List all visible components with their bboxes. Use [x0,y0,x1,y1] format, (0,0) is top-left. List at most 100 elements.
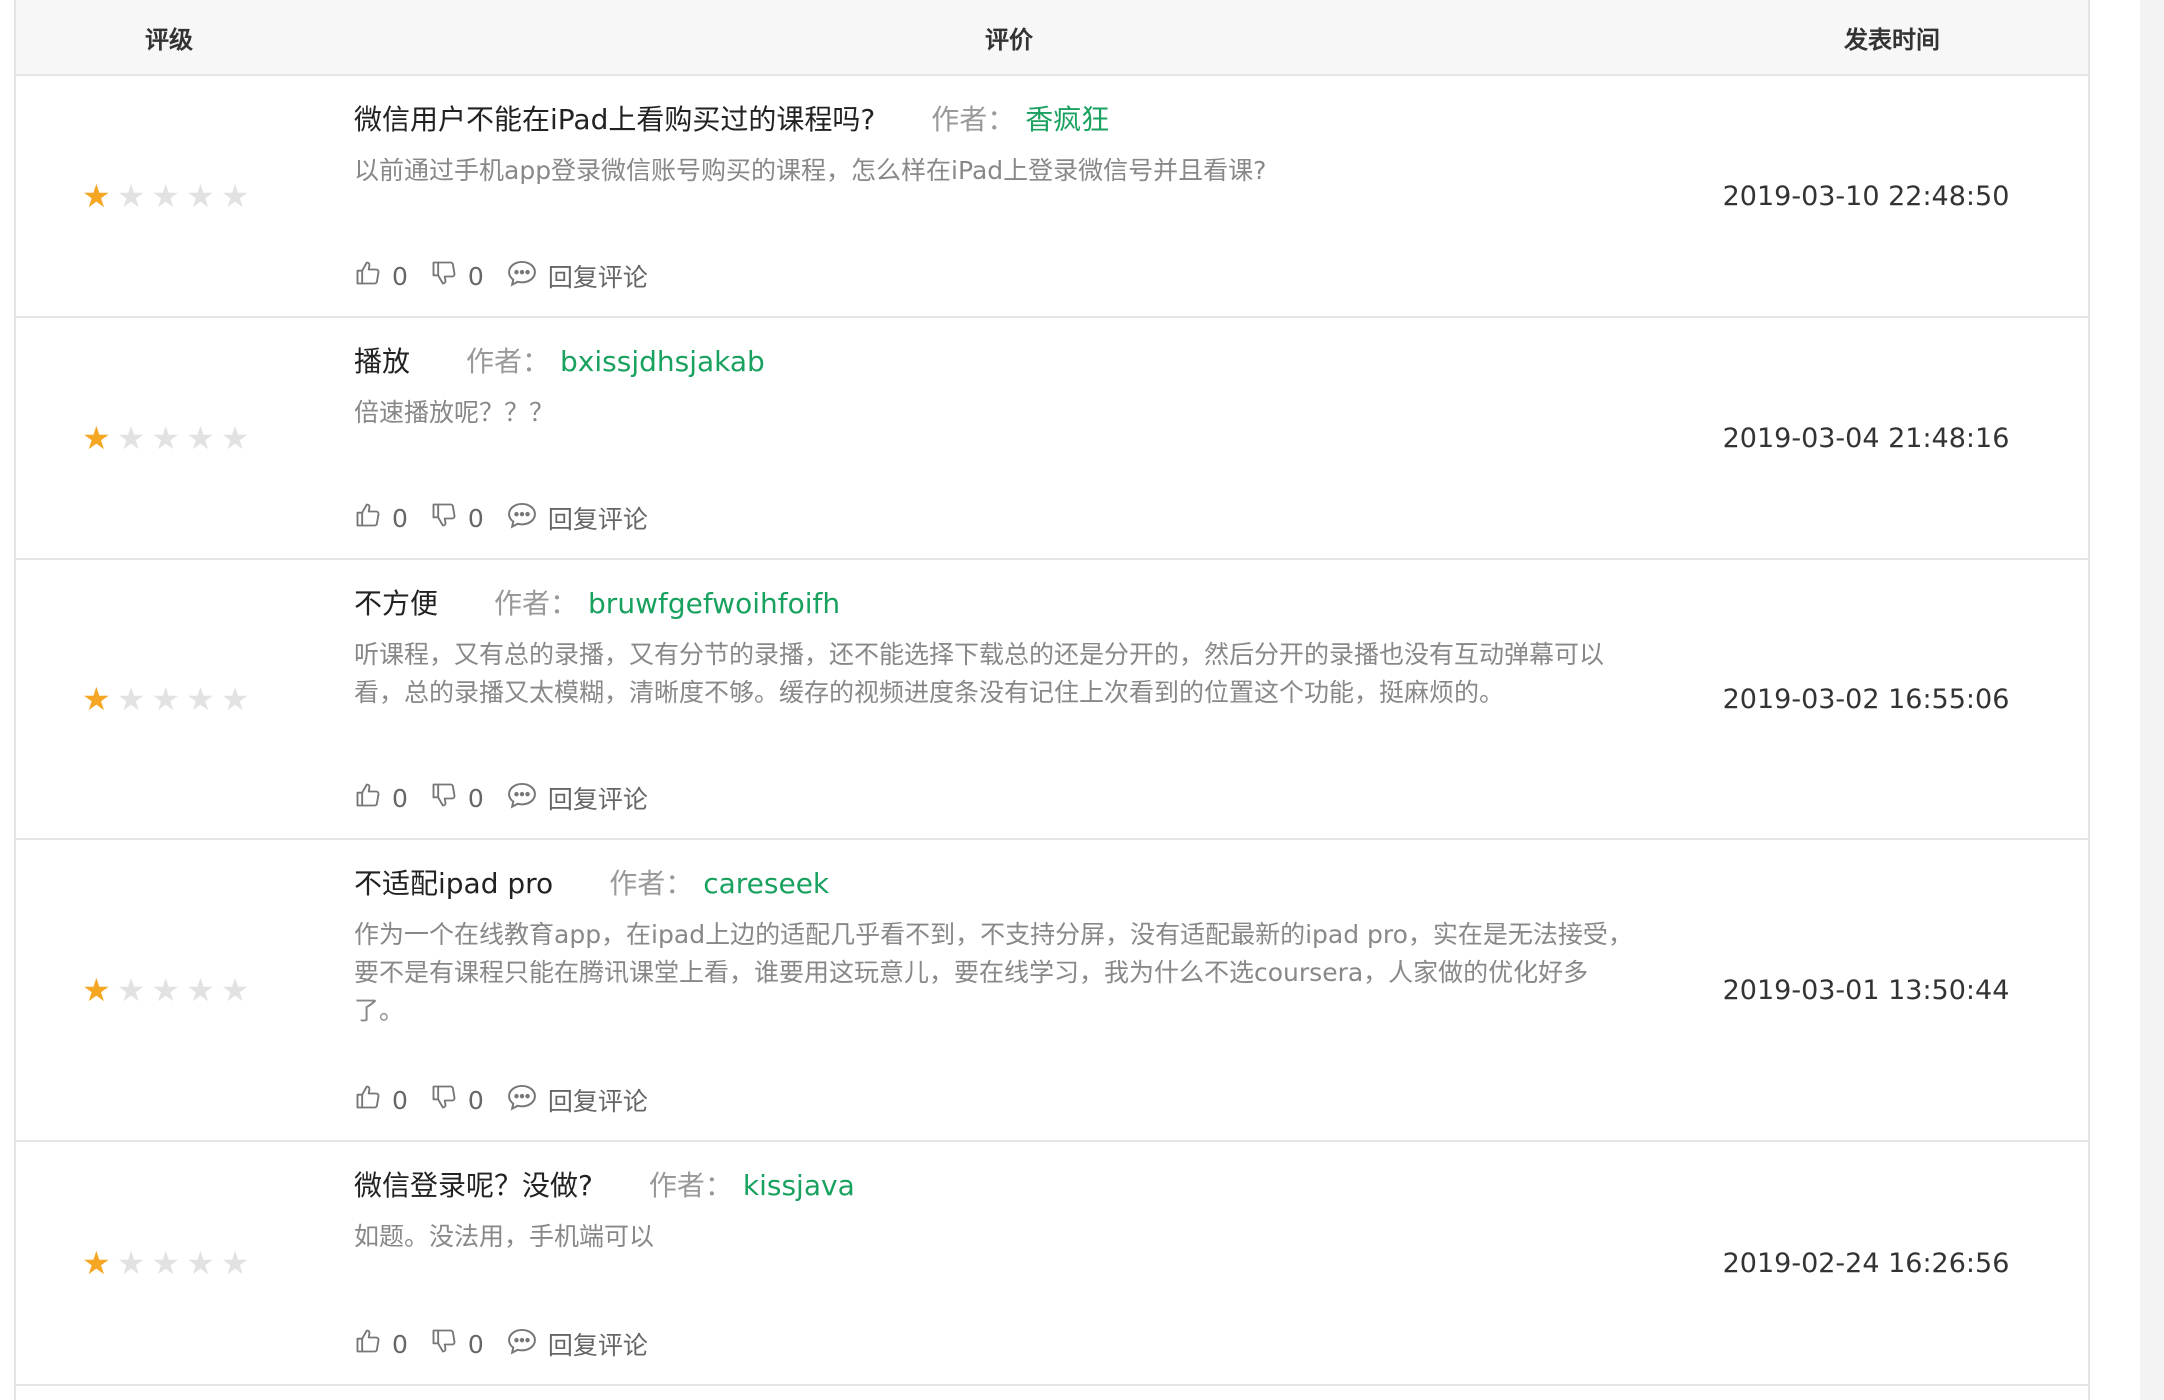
time-cell: 2019-03-01 13:50:44 [1674,840,2088,1140]
like-button[interactable]: 0 [354,501,408,535]
review-time: 2019-03-04 21:48:16 [1722,422,2010,454]
review-content: 以前通过手机app登录微信账号购买的课程，怎么样在iPad上登录微信号并且看课? [354,156,1267,185]
star-empty-icon: ★ [220,1244,250,1282]
author-label: 作者： [466,345,551,378]
star-empty-icon: ★ [116,419,146,457]
star-empty-icon: ★ [116,971,146,1009]
star-empty-icon: ★ [220,177,250,215]
dislike-count: 0 [467,783,484,813]
star-empty-icon: ★ [151,177,181,215]
star-filled-icon: ★ [82,680,111,718]
like-button[interactable]: 0 [354,259,408,293]
reviews-table: 评级 评价 发表时间 ★ ★ ★ ★ ★ 微信用户不能在iPad上看购买过的课程吗? 作… [14,0,2090,1400]
review-title: 微信登录呢？没做? [354,1169,593,1202]
star-filled-icon: ★ [82,177,111,215]
author-link[interactable]: bruwfgefwoihfoifh [588,587,840,620]
star-empty-icon: ★ [186,680,215,718]
table-row: ★ ★ ★ ★ ★ 微信用户不能在iPad上看购买过的课程吗? 作者： 香疯狂 以前通过… [16,76,2088,318]
reply-label: 回复评论 [547,785,648,814]
review-content: 倍速播放呢？？？ [354,398,555,427]
time-cell: 2019-03-10 22:48:50 [1674,76,2088,316]
like-button[interactable]: 0 [354,1327,408,1361]
thumbs-up-icon [354,1083,392,1117]
dislike-button[interactable]: 0 [430,781,484,815]
comment-bubble-icon [506,780,548,816]
review-cell: 微信用户不能在iPad上看购买过的课程吗? 作者： 香疯狂 以前通过手机app登… [354,76,1674,316]
star-empty-icon: ★ [116,1244,146,1282]
header-review: 评价 [985,25,1033,54]
thumbs-up-icon [354,501,392,535]
dislike-count: 0 [467,503,484,533]
star-empty-icon: ★ [151,419,181,457]
dislike-button[interactable]: 0 [430,1327,484,1361]
review-content: 听课程，又有总的录播，又有分节的录播，还不能选择下载总的还是分开的，然后分开的录… [354,640,1605,707]
reply-button[interactable]: 回复评论 [506,1082,648,1118]
table-body: ★ ★ ★ ★ ★ 微信用户不能在iPad上看购买过的课程吗? 作者： 香疯狂 以前通过… [16,76,2088,1386]
header-time: 发表时间 [1844,25,1940,54]
review-actions: 0 0 回复评论 [354,1082,670,1118]
review-cell: 不适配ipad pro 作者： careseek 作为一个在线教育app，在ip… [354,840,1674,1140]
thumbs-down-icon [430,259,468,293]
like-count: 0 [392,503,408,533]
author-label: 作者： [648,1169,733,1202]
author-link[interactable]: careseek [703,867,829,900]
dislike-button[interactable]: 0 [430,1083,484,1117]
review-content: 作为一个在线教育app，在ipad上边的适配几乎看不到，不支持分屏，没有适配最新… [354,920,1633,1025]
author-link[interactable]: bxissjdhsjakab [560,345,765,378]
star-empty-icon: ★ [186,177,215,215]
dislike-button[interactable]: 0 [430,259,484,293]
review-header: 不方便 作者： bruwfgefwoihfoifh [354,582,1674,622]
star-empty-icon: ★ [220,971,250,1009]
dislike-button[interactable]: 0 [430,501,484,535]
rating-cell: ★ ★ ★ ★ ★ [16,318,354,558]
author-label: 作者： [931,103,1016,136]
star-empty-icon: ★ [151,1244,181,1282]
author-link[interactable]: 香疯狂 [1025,98,1109,138]
thumbs-up-icon [354,1327,392,1361]
author-link[interactable]: kissjava [743,1169,855,1202]
review-header: 不适配ipad pro 作者： careseek [354,862,1674,902]
review-time: 2019-03-01 13:50:44 [1722,974,2010,1006]
like-count: 0 [392,261,408,291]
scrollbar-track[interactable] [2140,0,2164,1400]
thumbs-down-icon [430,781,468,815]
time-cell: 2019-03-04 21:48:16 [1674,318,2088,558]
star-empty-icon: ★ [186,1244,215,1282]
star-rating: ★ ★ ★ ★ ★ [82,683,249,715]
star-empty-icon: ★ [220,680,250,718]
reply-button[interactable]: 回复评论 [506,1326,648,1362]
review-title: 播放 [354,345,411,378]
like-button[interactable]: 0 [354,781,408,815]
thumbs-down-icon [430,1083,468,1117]
star-filled-icon: ★ [82,419,111,457]
like-button[interactable]: 0 [354,1083,408,1117]
star-filled-icon: ★ [82,971,111,1009]
like-count: 0 [392,1329,408,1359]
star-rating: ★ ★ ★ ★ ★ [82,180,249,212]
reply-label: 回复评论 [547,1331,648,1360]
rating-cell: ★ ★ ★ ★ ★ [16,1142,354,1384]
time-cell: 2019-02-24 16:26:56 [1674,1142,2088,1384]
rating-cell: ★ ★ ★ ★ ★ [16,840,354,1140]
table-row: ★ ★ ★ ★ ★ 播放 作者： bxissjdhsjakab 倍速播放呢？？？ 0 0 [16,318,2088,560]
review-actions: 0 0 回复评论 [354,258,670,294]
dislike-count: 0 [467,261,484,291]
review-title: 不方便 [354,587,439,620]
comment-bubble-icon [506,258,548,294]
time-cell: 2019-03-02 16:55:06 [1674,560,2088,838]
star-rating: ★ ★ ★ ★ ★ [82,422,249,454]
author-label: 作者： [494,587,579,620]
review-cell: 播放 作者： bxissjdhsjakab 倍速播放呢？？？ 0 0 回复评论 [354,318,1674,558]
review-cell: 微信登录呢？没做? 作者： kissjava 如题。没法用，手机端可以 0 0 … [354,1142,1674,1384]
review-title: 不适配ipad pro [354,867,554,900]
thumbs-down-icon [430,501,468,535]
review-time: 2019-03-10 22:48:50 [1722,180,2010,212]
comment-bubble-icon [506,1326,548,1362]
star-empty-icon: ★ [116,177,146,215]
reply-button[interactable]: 回复评论 [506,258,648,294]
reply-button[interactable]: 回复评论 [506,500,648,536]
reply-label: 回复评论 [547,1087,648,1116]
comment-bubble-icon [506,1082,548,1118]
star-filled-icon: ★ [82,1244,111,1282]
reply-button[interactable]: 回复评论 [506,780,648,816]
